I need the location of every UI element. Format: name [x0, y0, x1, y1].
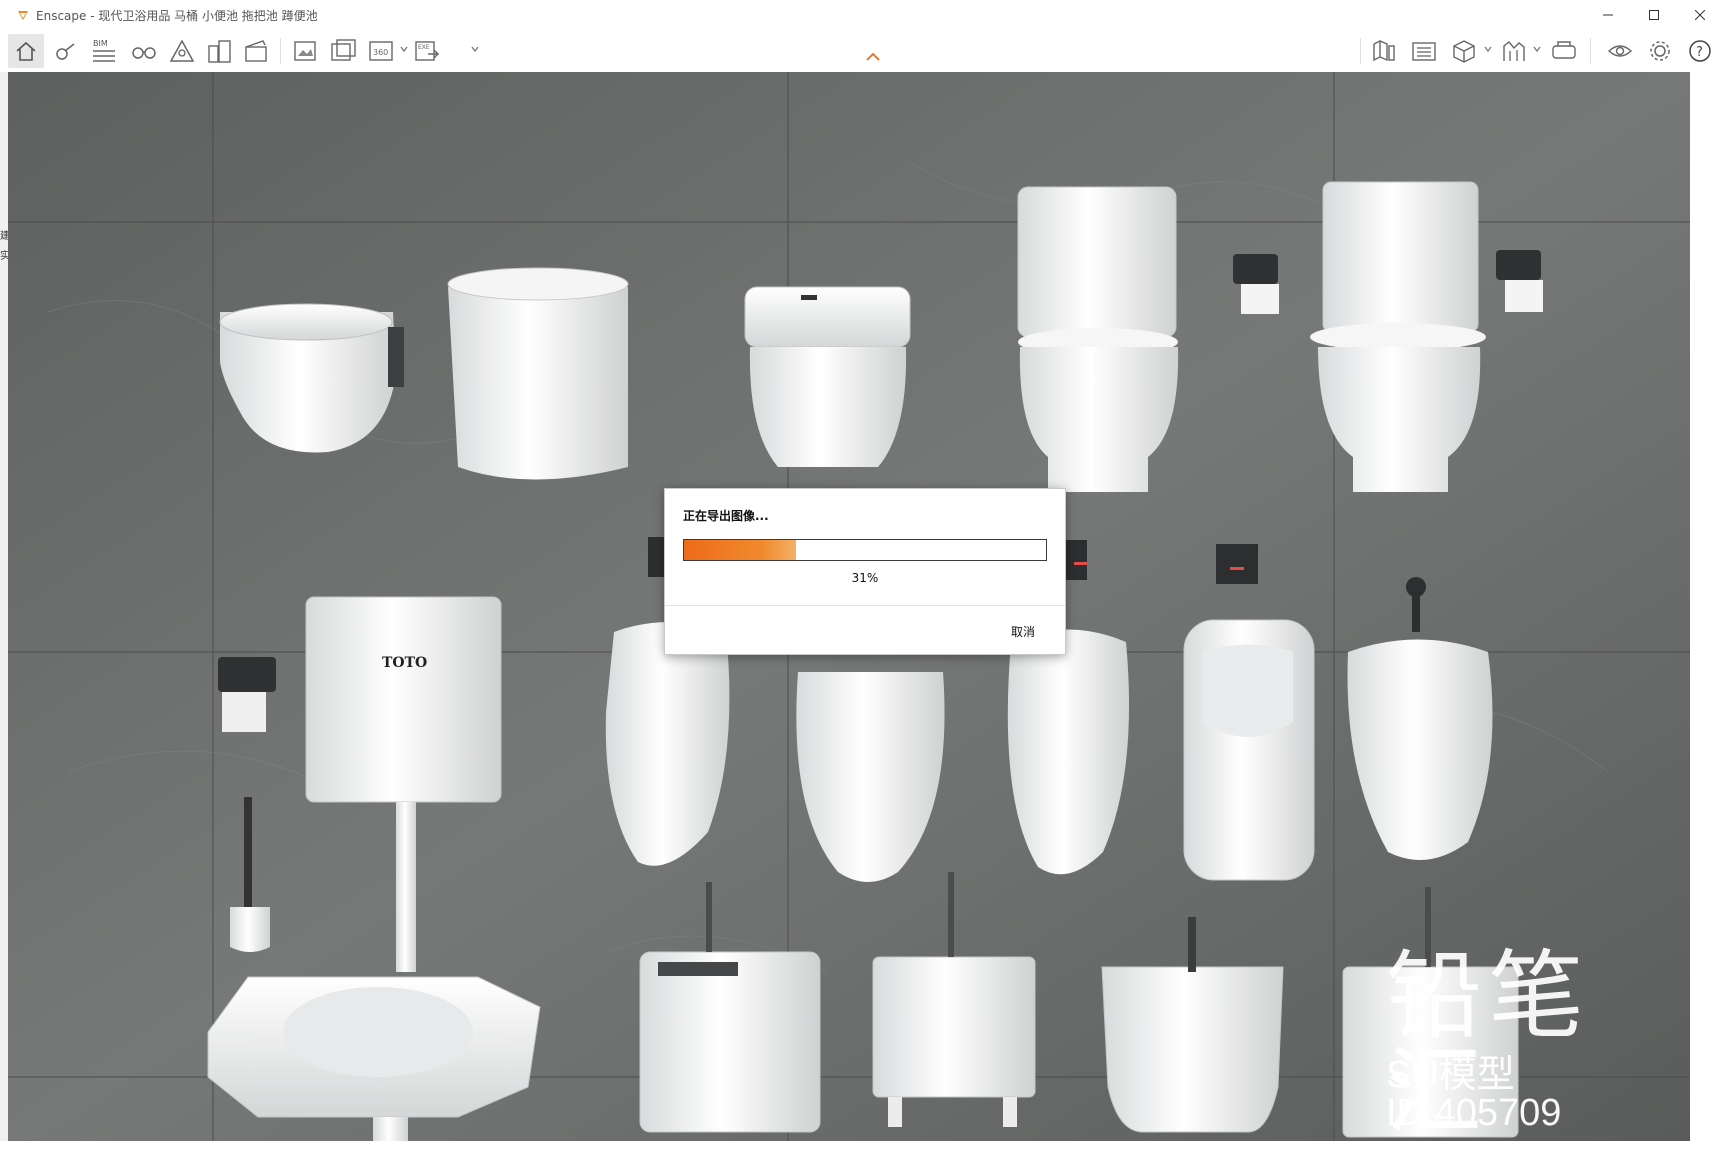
asset-library-icon: [1373, 39, 1395, 62]
navigation-button[interactable]: [48, 34, 84, 68]
cancel-button[interactable]: 取消: [1011, 623, 1035, 640]
asset-library-button[interactable]: [1366, 34, 1402, 68]
chevron-down-icon[interactable]: [399, 44, 409, 54]
panorama-360-icon: 360: [369, 41, 393, 61]
material-editor-icon: [1412, 42, 1436, 61]
close-button[interactable]: [1677, 0, 1723, 30]
home-icon: [16, 41, 36, 61]
help-button[interactable]: ?: [1682, 34, 1718, 68]
urinal-4: [1183, 619, 1315, 881]
clapperboard-icon: [245, 40, 267, 62]
perspective-icon: [169, 39, 195, 62]
visual-settings-icon: [1607, 45, 1633, 57]
buildings-icon: [208, 40, 231, 63]
binoculars-icon: [132, 47, 156, 59]
window-bottom-edge: [0, 1141, 1729, 1151]
progress-percent-label: 31%: [851, 571, 879, 585]
maximize-icon: [1649, 10, 1659, 20]
svg-text:TOTO: TOTO: [382, 655, 427, 671]
visual-settings-button[interactable]: [1602, 34, 1638, 68]
export-exe-icon: EXE: [415, 41, 439, 61]
compass-icon: [56, 43, 75, 60]
help-icon: ?: [1689, 40, 1711, 62]
minimize-button[interactable]: [1585, 0, 1631, 30]
batch-render-icon: [331, 39, 356, 61]
settings-button[interactable]: [1642, 34, 1678, 68]
collapse-toolbar-chevron-icon[interactable]: [865, 52, 881, 62]
bim-button[interactable]: BIM: [86, 34, 122, 68]
perspective-button[interactable]: [164, 34, 200, 68]
close-icon: [1695, 10, 1705, 20]
svg-text:360: 360: [373, 48, 388, 57]
material-editor-button[interactable]: [1406, 34, 1442, 68]
close-coupled-toilet: [1017, 186, 1179, 492]
dialog-divider: [665, 605, 1065, 606]
chevron-down-icon[interactable]: [470, 44, 480, 54]
chevron-down-icon[interactable]: [1532, 44, 1542, 54]
desktop-left-edge: 建 实: [0, 72, 10, 1151]
panorama-button[interactable]: 360: [364, 34, 400, 68]
svg-text:?: ?: [1696, 45, 1703, 60]
model-id-watermark: SU模型ID:405709: [1386, 1054, 1562, 1134]
minimize-icon: [1603, 14, 1613, 16]
vr-headset-icon: [1552, 41, 1576, 59]
window-title: Enscape - 现代卫浴用品 马桶 小便池 拖把池 蹲便池: [36, 9, 318, 23]
toolbar-separator: [280, 38, 281, 64]
video-editor-button[interactable]: [238, 34, 274, 68]
bim-list-icon: BIM: [93, 39, 115, 62]
enscape-toolbar: BIM 360 EXE ?: [8, 30, 1721, 73]
enscape-logo-icon: [18, 11, 28, 20]
intelligent-toilet: [744, 286, 911, 467]
svg-text:EXE: EXE: [418, 44, 430, 51]
chevron-down-icon[interactable]: [1483, 44, 1493, 54]
views-button[interactable]: [202, 34, 238, 68]
view-management-button[interactable]: [1446, 34, 1482, 68]
chart-icon: [1503, 41, 1525, 61]
desktop-right-edge: [1690, 72, 1729, 1151]
export-button[interactable]: EXE: [410, 34, 446, 68]
screenshot-button[interactable]: [288, 34, 324, 68]
walk-mode-button[interactable]: [126, 34, 162, 68]
export-progress-dialog: 正在导出图像... 31% 取消: [664, 488, 1066, 655]
capture-button[interactable]: [1496, 34, 1532, 68]
svg-text:BIM: BIM: [93, 39, 108, 48]
smart-toilet: [447, 267, 629, 480]
toolbar-separator: [1360, 38, 1361, 64]
toolbar-separator: [1590, 38, 1591, 64]
export-progress-bar: [683, 539, 1047, 561]
vr-button[interactable]: [1546, 34, 1582, 68]
title-bar: Enscape - 现代卫浴用品 马桶 小便池 拖把池 蹲便池: [0, 0, 1729, 30]
home-button[interactable]: [8, 34, 44, 68]
settings-gear-icon: [1650, 41, 1670, 61]
maximize-button[interactable]: [1631, 0, 1677, 30]
batch-render-button[interactable]: [326, 34, 362, 68]
dialog-title: 正在导出图像...: [683, 509, 769, 523]
progress-fill: [684, 540, 797, 560]
cube-view-icon: [1453, 40, 1475, 63]
render-image-icon: [294, 41, 316, 61]
